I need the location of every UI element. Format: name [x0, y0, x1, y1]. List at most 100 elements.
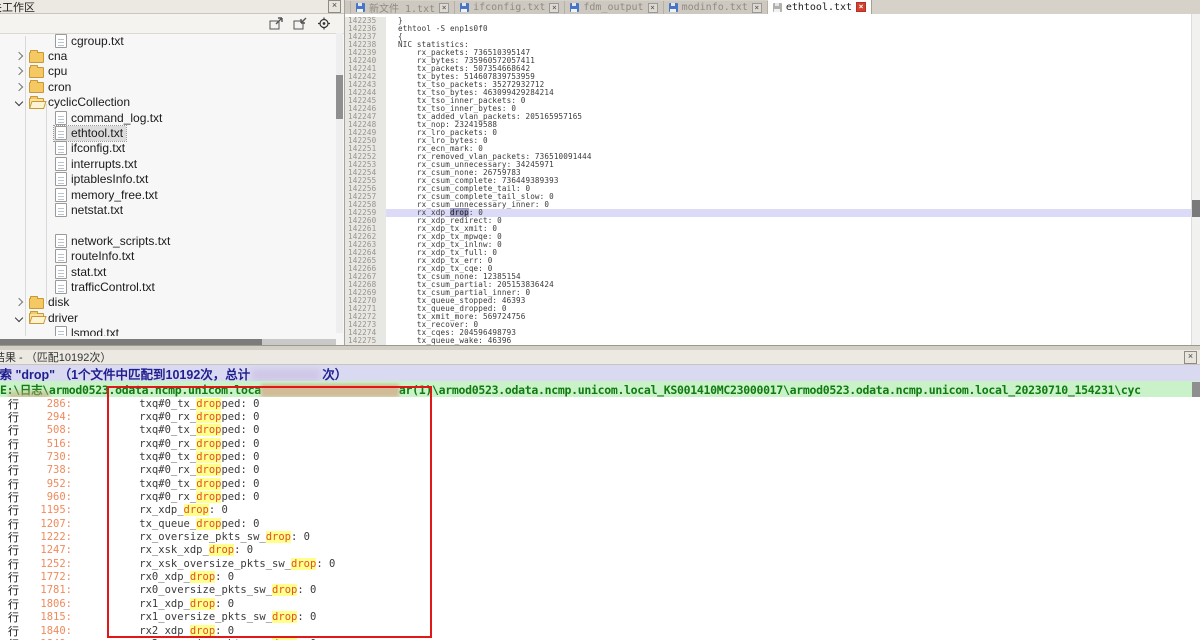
tree-item-body[interactable]: memory_free.txt	[54, 187, 161, 202]
result-line-number: 952:	[22, 478, 72, 490]
tab-ethtool.txt[interactable]: ethtool.txt×	[768, 0, 872, 14]
line-text: ethtool -S enp1s0f0	[386, 25, 1192, 33]
editor-area[interactable]: 142235}142236ethtool -S enp1s0f0142237{1…	[345, 14, 1200, 345]
tree-item-body[interactable]: network_scripts.txt	[54, 233, 173, 248]
tree-item-command_log.txt[interactable]: command_log.txt	[8, 110, 332, 125]
result-row[interactable]: 行1247: rx_xsk_xdp_drop: 0	[0, 544, 1200, 557]
tree-item-cyclicCollection[interactable]: cyclicCollection	[8, 95, 332, 110]
result-row[interactable]: 行952: txq#0_tx_dropped: 0	[0, 477, 1200, 490]
result-row[interactable]: 行730: txq#0_tx_dropped: 0	[0, 450, 1200, 463]
result-text: rx1_oversize_pkts_sw_drop: 0	[114, 611, 316, 623]
tree-item-body[interactable]: trafficControl.txt	[54, 279, 158, 294]
chevron-down-icon[interactable]	[15, 98, 23, 106]
tree-item-disk[interactable]: disk	[8, 295, 332, 310]
chevron-right-icon[interactable]	[15, 83, 23, 91]
tree-item-iptablesInfo.txt[interactable]: iptablesInfo.txt	[8, 172, 332, 187]
tree-item-label: iptablesInfo.txt	[71, 172, 148, 186]
file-tree[interactable]: cgroup.txtcnacpucroncyclicCollectioncomm…	[8, 33, 332, 336]
chevron-right-icon[interactable]	[15, 52, 23, 60]
tab-close-icon[interactable]: ×	[856, 2, 866, 12]
tree-item-cna[interactable]: cna	[8, 48, 332, 63]
chevron-right-icon[interactable]	[15, 298, 23, 306]
result-row[interactable]: 行960: rxq#0_rx_dropped: 0	[0, 490, 1200, 503]
result-row[interactable]: 行738: rxq#0_rx_dropped: 0	[0, 464, 1200, 477]
tree-item-lsmod.txt[interactable]: lsmod.txt	[8, 325, 332, 336]
tree-item-ifconfig.txt[interactable]: ifconfig.txt	[8, 141, 332, 156]
tree-item-body[interactable]: ethtool.txt	[54, 126, 126, 141]
tree-item-body[interactable]: cyclicCollection	[28, 95, 133, 110]
result-row[interactable]: 行1207: tx_queue_dropped: 0	[0, 517, 1200, 530]
tab-close-icon[interactable]: ×	[648, 3, 658, 13]
tree-item-body[interactable]: disk	[28, 295, 72, 310]
tree-item-label: cyclicCollection	[48, 95, 130, 109]
results-close-button[interactable]: ×	[1184, 351, 1197, 364]
result-line-number: 1840:	[22, 625, 72, 637]
result-line-number: 1815:	[22, 611, 72, 623]
line-text: rx_xdp_tx_inlnw: 0	[386, 241, 1192, 249]
result-row[interactable]: 行1806: rx1_xdp_drop: 0	[0, 597, 1200, 610]
tree-item-netstat.txt[interactable]: netstat.txt	[8, 202, 332, 217]
file-icon	[55, 280, 67, 294]
tab-ifconfig.txt[interactable]: ifconfig.txt×	[455, 1, 565, 14]
tree-item-driver[interactable]: driver	[8, 310, 332, 325]
file-icon	[55, 188, 67, 202]
result-row[interactable]: 行294: rxq#0_rx_dropped: 0	[0, 410, 1200, 423]
tab-modinfo.txt[interactable]: modinfo.txt×	[664, 1, 768, 14]
tree-item-body[interactable]: interrupts.txt	[54, 156, 140, 171]
tree-item-body[interactable]: cna	[28, 49, 70, 64]
results-header-label: 结果 - （匹配10192次）	[0, 349, 1184, 365]
tree-item-cpu[interactable]: cpu	[8, 64, 332, 79]
workspace-vertical-scrollbar[interactable]	[336, 33, 343, 333]
result-row[interactable]: 行516: rxq#0_rx_dropped: 0	[0, 437, 1200, 450]
result-row[interactable]: 行1222: rx_oversize_pkts_sw_drop: 0	[0, 530, 1200, 543]
tree-item-body[interactable]: cpu	[28, 64, 70, 79]
tree-item-memory_free.txt[interactable]: memory_free.txt	[8, 187, 332, 202]
editor-vertical-scrollbar[interactable]	[1191, 14, 1200, 345]
result-row[interactable]: 行1252: rx_xsk_oversize_pkts_sw_drop: 0	[0, 557, 1200, 570]
workspace-close-button[interactable]: ×	[328, 0, 341, 13]
tree-item-body[interactable]: netstat.txt	[54, 202, 126, 217]
tree-item-network_scripts.txt[interactable]: network_scripts.txt	[8, 233, 332, 248]
result-row[interactable]: 行1815: rx1_oversize_pkts_sw_drop: 0	[0, 611, 1200, 624]
tab-fdm_output[interactable]: fdm_output×	[565, 1, 663, 14]
tree-item-cgroup.txt[interactable]: cgroup.txt	[8, 33, 332, 48]
tree-item-body[interactable]: command_log.txt	[54, 110, 165, 125]
tree-item-routeInfo.txt[interactable]: routeInfo.txt	[8, 248, 332, 263]
tree-item-label: memory_free.txt	[71, 188, 158, 202]
folder-icon	[29, 98, 44, 109]
tree-item-stat.txt[interactable]: stat.txt	[8, 264, 332, 279]
tree-item-ethtool.txt[interactable]: ethtool.txt	[8, 125, 332, 140]
tree-item-label: lsmod.txt	[71, 326, 119, 336]
tree-item-body[interactable]: lsmod.txt	[54, 326, 122, 336]
tree-item-body[interactable]: cron	[28, 79, 74, 94]
tree-item-interrupts.txt[interactable]: interrupts.txt	[8, 156, 332, 171]
collapse-all-icon[interactable]	[293, 17, 308, 30]
chevron-down-icon[interactable]	[15, 313, 23, 321]
result-row[interactable]: 行286: txq#0_tx_dropped: 0	[0, 397, 1200, 410]
tree-item-body[interactable]: routeInfo.txt	[54, 249, 137, 264]
tree-item-body[interactable]: cgroup.txt	[54, 33, 127, 48]
save-icon	[669, 3, 678, 12]
expand-all-icon[interactable]	[269, 17, 284, 30]
result-row[interactable]: 行1840: rx2_xdp_drop: 0	[0, 624, 1200, 637]
result-row[interactable]: 行1772: rx0_xdp_drop: 0	[0, 570, 1200, 583]
tree-item-body[interactable]: stat.txt	[54, 264, 109, 279]
tree-item-cron[interactable]: cron	[8, 79, 332, 94]
result-text: tx_queue_dropped: 0	[114, 518, 259, 530]
result-line-number: 960:	[22, 491, 72, 503]
tree-item-trafficControl.txt[interactable]: trafficControl.txt	[8, 279, 332, 294]
tree-item-body[interactable]: driver	[28, 310, 81, 325]
result-row[interactable]: 行1781: rx0_oversize_pkts_sw_drop: 0	[0, 584, 1200, 597]
tab-close-icon[interactable]: ×	[549, 3, 559, 13]
result-row[interactable]: 行508: txq#0_tx_dropped: 0	[0, 424, 1200, 437]
tab-close-icon[interactable]: ×	[439, 3, 449, 13]
tree-item-body[interactable]: ifconfig.txt	[54, 141, 128, 156]
tab-close-icon[interactable]: ×	[752, 3, 762, 13]
locate-file-icon[interactable]	[317, 17, 332, 30]
result-row[interactable]: 行1195: rx_xdp_drop: 0	[0, 504, 1200, 517]
chevron-right-icon[interactable]	[15, 67, 23, 75]
line-text: rx_xdp_tx_err: 0	[386, 257, 1192, 265]
tree-item-body[interactable]: iptablesInfo.txt	[54, 172, 151, 187]
result-text: rxq#0_rx_dropped: 0	[114, 438, 259, 450]
tab--1.txt[interactable]: 新文件 1.txt×	[351, 1, 455, 14]
